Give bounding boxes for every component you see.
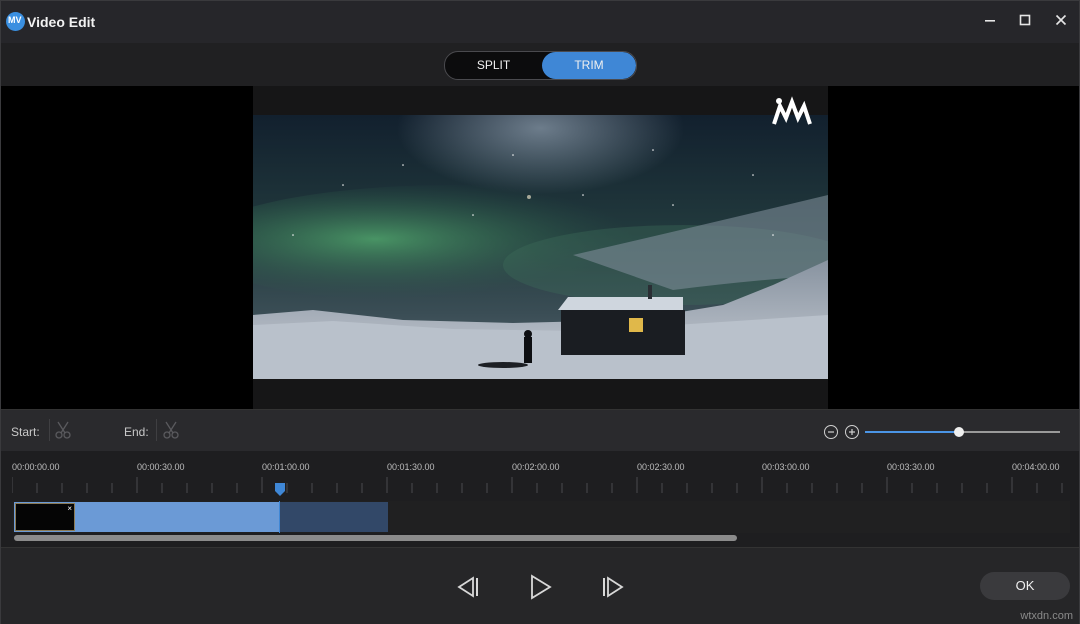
title-bar: MV Video Edit: [1, 1, 1079, 43]
minimize-button[interactable]: [978, 11, 1002, 33]
ok-button[interactable]: OK: [980, 572, 1070, 600]
timeline-tick-label: 00:02:00.00: [512, 462, 560, 472]
timeline-tick-label: 00:00:30.00: [137, 462, 185, 472]
video-frame: [253, 86, 828, 409]
maximize-icon: [1019, 14, 1031, 26]
zoom-slider-handle[interactable]: [954, 427, 964, 437]
zoom-in-button[interactable]: [845, 425, 859, 439]
watermark: wtxdn.com: [1020, 610, 1073, 622]
video-preview-image: [253, 115, 828, 379]
timeline-ruler[interactable]: [12, 477, 1070, 493]
timeline-tick-label: 00:02:30.00: [637, 462, 685, 472]
tab-split[interactable]: SPLIT: [445, 52, 542, 79]
video-preview-area: [1, 86, 1079, 409]
play-icon[interactable]: [525, 572, 555, 602]
playback-bar: OK wtxdn.com: [1, 547, 1079, 624]
minimize-icon: [984, 14, 996, 26]
thumbnail-close-icon[interactable]: ×: [67, 504, 72, 513]
video-logo-mark-icon: [770, 96, 814, 126]
close-icon: [1055, 14, 1067, 26]
start-divider: [49, 419, 50, 441]
playhead-marker-icon[interactable]: [274, 483, 286, 497]
timeline[interactable]: 00:00:00.00 00:00:30.00 00:01:00.00 00:01:3…: [1, 451, 1079, 547]
window-title: Video Edit: [27, 14, 95, 30]
trim-controls: Start: End:: [1, 409, 1079, 452]
timeline-tick-label: 00:03:00.00: [762, 462, 810, 472]
end-label: End:: [124, 425, 149, 439]
timeline-tick-label: 00:03:30.00: [887, 462, 935, 472]
zoom-out-button[interactable]: [824, 425, 838, 439]
app-logo-icon: MV: [6, 12, 25, 31]
end-divider: [156, 419, 157, 441]
video-edit-window: MV Video Edit SPLIT TRIM: [0, 0, 1080, 624]
clip-thumbnail: ×: [15, 503, 75, 531]
start-label: Start:: [11, 425, 40, 439]
maximize-button[interactable]: [1013, 11, 1037, 33]
video-track: ×: [12, 501, 1070, 533]
mode-tabs: SPLIT TRIM: [444, 51, 637, 80]
previous-frame-icon[interactable]: [453, 572, 483, 602]
mode-tab-bar: SPLIT TRIM: [1, 43, 1079, 86]
timeline-scrollbar[interactable]: [14, 535, 737, 541]
zoom-out-icon: [825, 426, 837, 438]
app-logo-text: MV: [8, 15, 22, 25]
playhead-line: [279, 501, 280, 533]
timeline-tick-label: 00:00:00.00: [12, 462, 60, 472]
zoom-slider-fill: [865, 431, 959, 433]
tab-trim[interactable]: TRIM: [542, 52, 636, 79]
next-frame-icon[interactable]: [598, 572, 628, 602]
end-scissors-icon[interactable]: [161, 420, 181, 440]
zoom-slider[interactable]: [865, 431, 1060, 433]
start-scissors-icon[interactable]: [53, 420, 73, 440]
timeline-tick-label: 00:04:00.00: [1012, 462, 1060, 472]
zoom-in-icon: [846, 426, 858, 438]
timeline-tick-label: 00:01:00.00: [262, 462, 310, 472]
close-button[interactable]: [1049, 11, 1073, 33]
timeline-tick-label: 00:01:30.00: [387, 462, 435, 472]
